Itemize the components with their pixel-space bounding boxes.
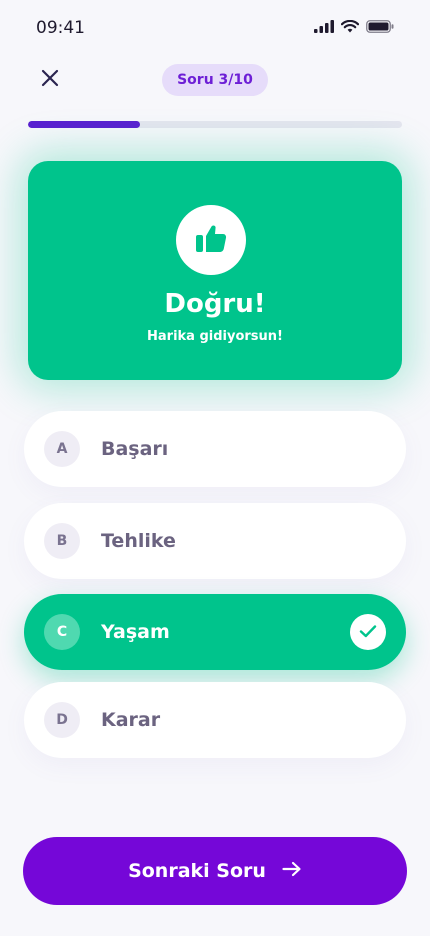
correct-check-badge <box>350 614 386 650</box>
option-label: Yaşam <box>101 621 170 643</box>
feedback-card: Doğru! Harika gidiyorsun! <box>28 161 402 380</box>
signal-icon <box>314 20 334 33</box>
thumbs-up-icon <box>195 223 227 257</box>
arrow-right-icon <box>282 860 302 882</box>
answer-option-c[interactable]: C Yaşam <box>24 594 406 670</box>
next-button-label: Sonraki Soru <box>128 860 266 882</box>
option-letter: C <box>44 614 80 650</box>
next-question-button[interactable]: Sonraki Soru <box>23 837 407 905</box>
status-time: 09:41 <box>36 18 85 38</box>
progress-fill <box>28 121 141 128</box>
option-letter: A <box>44 431 80 467</box>
option-label: Başarı <box>101 438 169 460</box>
close-icon <box>41 69 59 91</box>
feedback-icon-badge <box>176 205 246 275</box>
feedback-subtitle: Harika gidiyorsun! <box>147 329 283 344</box>
close-button[interactable] <box>36 66 64 94</box>
answer-option-b[interactable]: B Tehlike <box>24 503 406 579</box>
option-label: Karar <box>101 709 161 731</box>
battery-icon <box>366 20 394 33</box>
option-letter: D <box>44 702 80 738</box>
option-label: Tehlike <box>101 530 176 552</box>
progress-bar <box>28 121 402 128</box>
check-icon <box>359 623 377 642</box>
question-counter: Soru 3/10 <box>162 64 268 96</box>
feedback-title: Doğru! <box>164 289 266 319</box>
wifi-icon <box>341 20 359 33</box>
answer-option-d[interactable]: D Karar <box>24 682 406 758</box>
option-letter: B <box>44 523 80 559</box>
status-bar: 09:41 <box>0 0 430 56</box>
status-icons <box>314 20 394 33</box>
answer-option-a[interactable]: A Başarı <box>24 411 406 487</box>
